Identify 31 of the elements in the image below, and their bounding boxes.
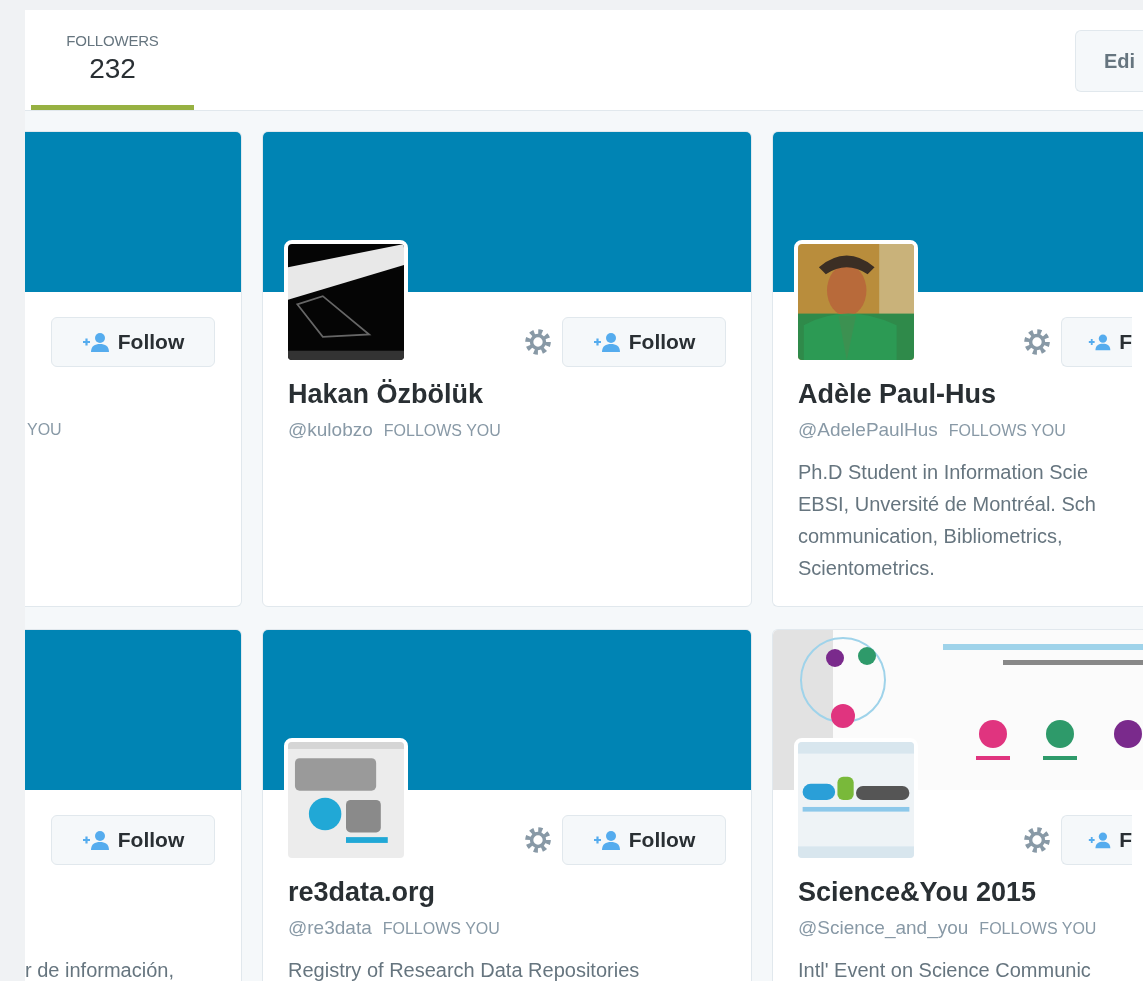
gear-icon[interactable] bbox=[524, 826, 552, 854]
user-bio: r de información, bbox=[25, 958, 175, 981]
follows-you-label: FOLLOWS YOU bbox=[948, 422, 1066, 439]
gear-icon[interactable] bbox=[1023, 826, 1051, 854]
follow-button[interactable]: F bbox=[1061, 815, 1132, 865]
user-bio: Registry of Research Data Repositories bbox=[288, 958, 641, 981]
follows-you-label: FOLLOWS YOU bbox=[382, 920, 500, 937]
person-plus-icon bbox=[1088, 332, 1112, 352]
follow-button[interactable]: Follow bbox=[51, 815, 215, 865]
followers-tab[interactable]: FOLLOWERS 232 bbox=[31, 10, 194, 110]
follow-button[interactable]: Follow bbox=[51, 317, 215, 367]
gear-icon[interactable] bbox=[524, 328, 552, 356]
follow-button[interactable]: Follow bbox=[562, 815, 726, 865]
person-plus-icon bbox=[592, 332, 621, 352]
person-plus-icon bbox=[1088, 830, 1112, 850]
edit-button[interactable]: Edi bbox=[1075, 30, 1143, 92]
user-name[interactable]: Hakan Özbölük bbox=[288, 378, 751, 410]
follow-button[interactable]: F bbox=[1061, 317, 1132, 367]
person-plus-icon bbox=[81, 332, 110, 352]
follows-you-label: FOLLOWS YOU bbox=[979, 920, 1097, 937]
user-name[interactable]: re3data.org bbox=[288, 876, 751, 908]
follow-button[interactable]: Follow bbox=[562, 317, 726, 367]
user-bio: Ph.D Student in Information Scie EBSI, Unversité de Montréal. Sch communication, Bibliometrics, Scientometrics. bbox=[798, 460, 1097, 581]
follows-you-label: FOLLOWS YOU bbox=[383, 422, 501, 439]
follows-you-label: YOU bbox=[27, 421, 62, 438]
user-name[interactable]: Adèle Paul-Hus bbox=[798, 378, 1143, 410]
user-name[interactable]: Science&You 2015 bbox=[798, 876, 1143, 908]
gear-icon[interactable] bbox=[1023, 328, 1051, 356]
user-bio: Intl' Event on Science Communic bbox=[798, 958, 1092, 981]
person-plus-icon bbox=[592, 830, 621, 850]
person-plus-icon bbox=[81, 830, 110, 850]
